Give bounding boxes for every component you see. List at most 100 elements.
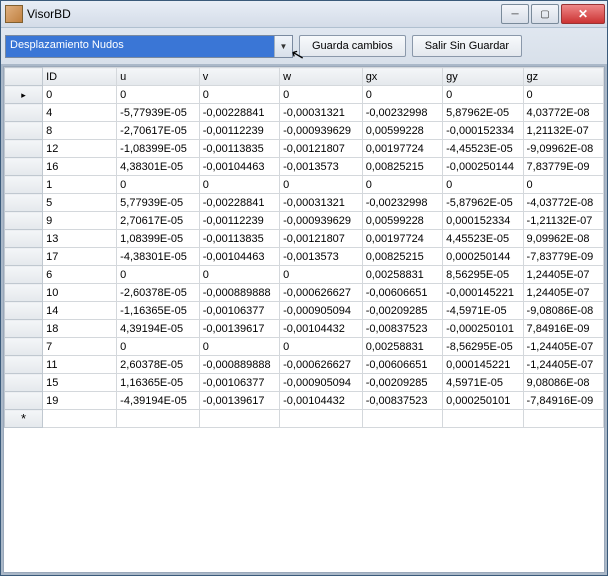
cell-v[interactable]: -0,00228841 [199,194,279,212]
maximize-button[interactable]: ▢ [531,4,559,24]
table-row[interactable]: 12-1,08399E-05-0,00113835-0,001218070,00… [5,140,604,158]
row-header[interactable] [5,302,43,320]
cell-u[interactable]: 0 [117,176,200,194]
row-header[interactable] [5,122,43,140]
cell-v[interactable]: -0,00139617 [199,320,279,338]
cell-empty[interactable] [362,410,442,428]
cell-w[interactable]: -0,00121807 [280,140,363,158]
cell-id[interactable]: 19 [43,392,117,410]
cell-gy[interactable]: -0,000250101 [443,320,523,338]
cell-v[interactable]: -0,000889888 [199,284,279,302]
cell-gx[interactable]: -0,00606651 [362,284,442,302]
cell-gz[interactable]: 0 [523,86,603,104]
cell-v[interactable]: -0,00228841 [199,104,279,122]
cell-id[interactable]: 5 [43,194,117,212]
data-grid[interactable]: ID u v w gx gy gz 00000004-5,77939E-05-0… [3,66,605,573]
cell-gx[interactable]: -0,00209285 [362,302,442,320]
cell-id[interactable]: 14 [43,302,117,320]
col-header-id[interactable]: ID [43,68,117,86]
row-header[interactable] [5,356,43,374]
cell-gx[interactable]: 0,00599228 [362,122,442,140]
cell-v[interactable]: -0,00104463 [199,158,279,176]
cell-id[interactable]: 9 [43,212,117,230]
cell-u[interactable]: -4,38301E-05 [117,248,200,266]
table-row[interactable]: 14-1,16365E-05-0,00106377-0,000905094-0,… [5,302,604,320]
cell-u[interactable]: -2,70617E-05 [117,122,200,140]
col-header-w[interactable]: w [280,68,363,86]
cell-gy[interactable]: -4,5971E-05 [443,302,523,320]
cell-w[interactable]: -0,000626627 [280,284,363,302]
table-row[interactable]: 92,70617E-05-0,00112239-0,0009396290,005… [5,212,604,230]
cell-id[interactable]: 13 [43,230,117,248]
cell-v[interactable]: -0,00113835 [199,230,279,248]
cell-gy[interactable]: 8,56295E-05 [443,266,523,284]
cell-gx[interactable]: -0,00606651 [362,356,442,374]
row-header[interactable] [5,176,43,194]
cell-u[interactable]: 4,39194E-05 [117,320,200,338]
table-row[interactable]: 164,38301E-05-0,00104463-0,00135730,0082… [5,158,604,176]
cell-u[interactable]: 4,38301E-05 [117,158,200,176]
row-header[interactable] [5,266,43,284]
cell-u[interactable]: -4,39194E-05 [117,392,200,410]
cell-id[interactable]: 12 [43,140,117,158]
cell-v[interactable]: -0,00106377 [199,302,279,320]
cell-w[interactable]: -0,00031321 [280,194,363,212]
cell-u[interactable]: -2,60378E-05 [117,284,200,302]
cell-v[interactable]: 0 [199,86,279,104]
table-row[interactable]: 70000,00258831-8,56295E-05-1,24405E-07 [5,338,604,356]
cell-gx[interactable]: 0,00197724 [362,230,442,248]
cell-u[interactable]: 0 [117,86,200,104]
cell-gx[interactable]: -0,00837523 [362,320,442,338]
cell-u[interactable]: 2,60378E-05 [117,356,200,374]
row-header[interactable] [5,212,43,230]
cell-id[interactable]: 17 [43,248,117,266]
cell-w[interactable]: -0,000626627 [280,356,363,374]
cell-w[interactable]: -0,000939629 [280,212,363,230]
cell-gx[interactable]: 0,00197724 [362,140,442,158]
minimize-button[interactable]: ─ [501,4,529,24]
cell-v[interactable]: -0,000889888 [199,356,279,374]
cell-id[interactable]: 7 [43,338,117,356]
row-header[interactable] [5,284,43,302]
cell-v[interactable]: 0 [199,338,279,356]
cell-gz[interactable]: 4,03772E-08 [523,104,603,122]
cell-gz[interactable]: 9,08086E-08 [523,374,603,392]
cell-v[interactable]: 0 [199,176,279,194]
cell-empty[interactable] [280,410,363,428]
table-row[interactable]: 55,77939E-05-0,00228841-0,00031321-0,002… [5,194,604,212]
row-header[interactable] [5,320,43,338]
cell-w[interactable]: 0 [280,266,363,284]
cell-gx[interactable]: -0,00232998 [362,104,442,122]
row-header[interactable] [5,158,43,176]
cell-id[interactable]: 1 [43,176,117,194]
cell-w[interactable]: -0,00104432 [280,320,363,338]
cell-gz[interactable]: 1,21132E-07 [523,122,603,140]
cell-v[interactable]: -0,00112239 [199,122,279,140]
cell-id[interactable]: 0 [43,86,117,104]
cell-w[interactable]: 0 [280,176,363,194]
col-header-gy[interactable]: gy [443,68,523,86]
chevron-down-icon[interactable]: ▼ [274,36,292,57]
cell-id[interactable]: 18 [43,320,117,338]
cell-gx[interactable]: 0 [362,176,442,194]
cell-gx[interactable]: 0,00258831 [362,266,442,284]
cell-gx[interactable]: 0,00258831 [362,338,442,356]
table-row[interactable]: 4-5,77939E-05-0,00228841-0,00031321-0,00… [5,104,604,122]
cell-id[interactable]: 15 [43,374,117,392]
cell-gy[interactable]: -0,000152334 [443,122,523,140]
cell-gx[interactable]: -0,00209285 [362,374,442,392]
cell-w[interactable]: -0,000905094 [280,374,363,392]
cell-w[interactable]: -0,00031321 [280,104,363,122]
cell-id[interactable]: 8 [43,122,117,140]
row-header[interactable] [5,248,43,266]
cell-v[interactable]: 0 [199,266,279,284]
cell-gy[interactable]: -8,56295E-05 [443,338,523,356]
cell-u[interactable]: 0 [117,338,200,356]
cell-id[interactable]: 10 [43,284,117,302]
cell-gx[interactable]: -0,00232998 [362,194,442,212]
cell-gz[interactable]: 7,83779E-09 [523,158,603,176]
row-header[interactable] [5,86,43,104]
cell-gy[interactable]: 4,5971E-05 [443,374,523,392]
cell-gy[interactable]: 0,000145221 [443,356,523,374]
cell-gz[interactable]: 7,84916E-09 [523,320,603,338]
